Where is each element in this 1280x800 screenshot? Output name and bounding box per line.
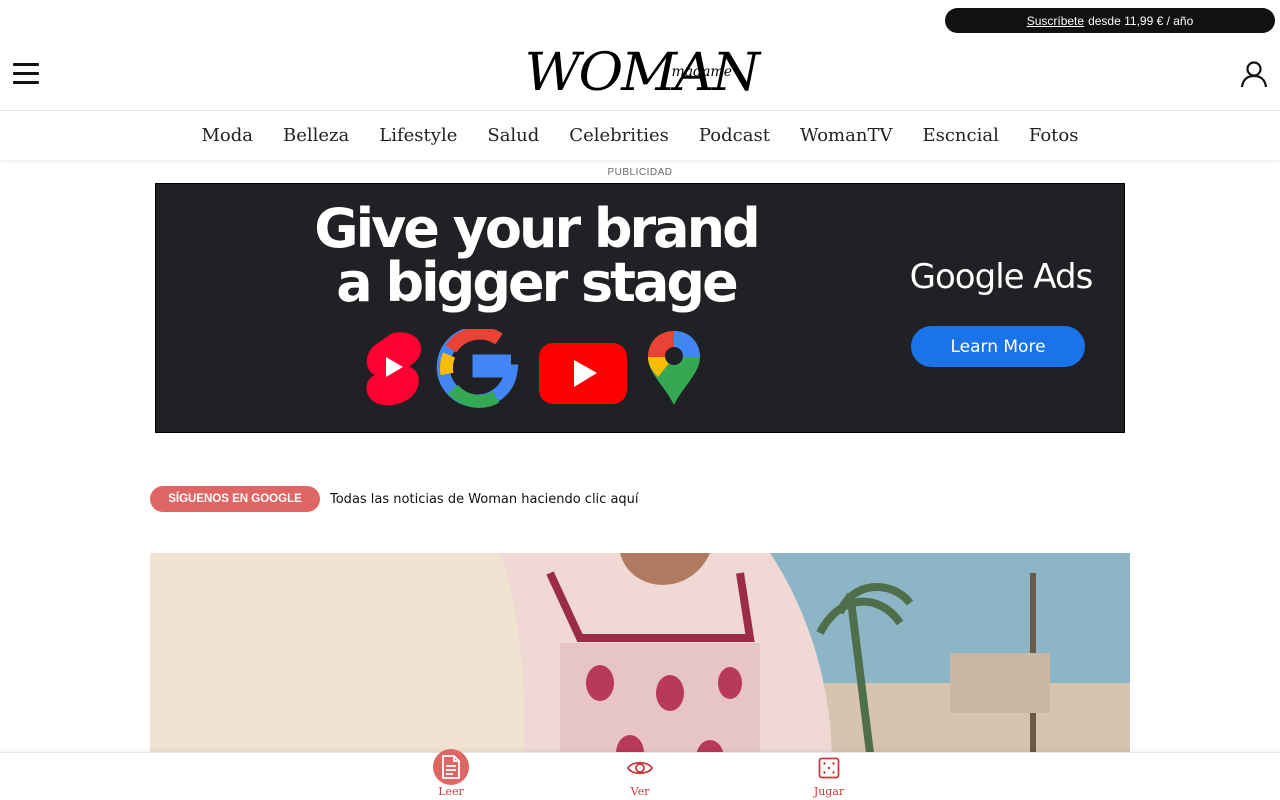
bottom-nav-ver-label: Ver: [630, 785, 650, 798]
bottom-nav-jugar-label: Jugar: [813, 785, 845, 798]
bottom-nav-jugar[interactable]: Jugar: [789, 753, 869, 800]
youtube-shorts-icon: [366, 332, 422, 406]
follow-google-text[interactable]: Todas las noticias de Woman haciendo cli…: [330, 492, 639, 507]
main-nav: Moda Belleza Lifestyle Salud Celebrities…: [0, 110, 1280, 160]
google-g-icon: [436, 329, 519, 408]
nav-item-womantv[interactable]: WomanTV: [800, 125, 893, 146]
nav-item-salud[interactable]: Salud: [487, 125, 539, 146]
bottom-nav-leer-label: Leer: [438, 785, 464, 798]
youtube-icon: [539, 343, 627, 404]
ad-learn-more-button[interactable]: Learn More: [911, 326, 1085, 367]
ad-headline-line2: a bigger stage: [336, 251, 738, 314]
dice-icon: [811, 753, 847, 783]
nav-item-celebrities[interactable]: Celebrities: [569, 125, 669, 146]
ad-brand-name: Google Ads: [909, 257, 1094, 297]
hamburger-menu-icon[interactable]: [13, 63, 39, 85]
subscribe-price-text: desde 11,99 € / año: [1088, 13, 1194, 28]
ad-headline-line1: Give your brand: [314, 197, 760, 260]
google-ads-banner[interactable]: Give your brand a bigger stage Google Ad…: [155, 183, 1125, 433]
nav-item-belleza[interactable]: Belleza: [283, 125, 349, 146]
nav-item-fotos[interactable]: Fotos: [1029, 125, 1079, 146]
logo-subtitle: madame: [671, 64, 733, 80]
follow-google-row: SÍGUENOS EN GOOGLE Todas las noticias de…: [150, 486, 639, 512]
nav-item-lifestyle[interactable]: Lifestyle: [379, 125, 457, 146]
subscribe-banner: Suscríbete desde 11,99 € / año: [945, 8, 1275, 33]
ad-product-icons: [366, 329, 700, 408]
follow-google-badge[interactable]: SÍGUENOS EN GOOGLE: [150, 486, 320, 512]
bottom-nav-leer[interactable]: Leer: [411, 749, 491, 800]
document-icon: [433, 749, 469, 785]
ad-label: PUBLICIDAD: [607, 167, 673, 178]
nav-item-moda[interactable]: Moda: [201, 125, 253, 146]
google-maps-pin-icon: [648, 331, 700, 405]
user-account-icon[interactable]: [1240, 60, 1268, 88]
site-logo[interactable]: WOMAN madame: [524, 42, 760, 104]
eye-icon: [622, 753, 658, 783]
nav-item-escncial[interactable]: Escncial: [922, 125, 998, 146]
subscribe-link[interactable]: Suscríbete: [1027, 14, 1084, 28]
bottom-nav-bar: Leer Ver Jugar: [0, 749, 1280, 800]
ad-headline: Give your brand a bigger stage: [286, 202, 786, 310]
nav-item-podcast[interactable]: Podcast: [699, 125, 770, 146]
bottom-nav-ver[interactable]: Ver: [600, 753, 680, 800]
